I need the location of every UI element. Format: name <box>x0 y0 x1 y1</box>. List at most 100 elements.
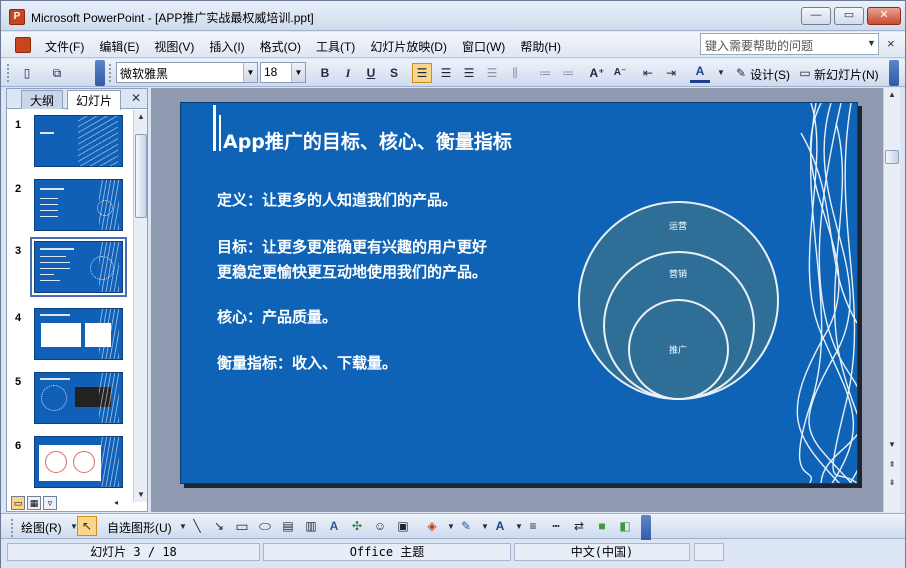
toolbar-options-button[interactable] <box>889 60 899 86</box>
numbering-icon[interactable]: ≔ <box>535 63 555 83</box>
clipart-icon[interactable]: ☺ <box>370 516 390 536</box>
menu-slideshow[interactable]: 幻灯片放映(D) <box>370 38 447 55</box>
arrow-style-icon[interactable]: ⇄ <box>569 516 589 536</box>
slide-sorter-icon[interactable]: ▦ <box>27 496 41 510</box>
3d-style-icon[interactable]: ◧ <box>615 516 635 536</box>
new-document-icon[interactable]: ▯ <box>17 63 37 83</box>
menu-edit[interactable]: 编辑(E) <box>99 38 139 55</box>
align-right-button[interactable]: ☰ <box>459 63 479 83</box>
autoshapes-button[interactable]: 自选图形(U) <box>107 519 172 536</box>
decrease-indent-icon[interactable]: ⇤ <box>638 63 658 83</box>
arrow-tool-icon[interactable]: ↘ <box>209 516 229 536</box>
menu-tools[interactable]: 工具(T) <box>316 38 355 55</box>
draw-menu-button[interactable]: 绘图(R) <box>21 519 62 536</box>
rectangle-tool-icon[interactable]: ▭ <box>232 516 252 536</box>
chevron-down-icon[interactable]: ▼ <box>243 63 257 82</box>
slideshow-icon[interactable]: ▿ <box>43 496 57 510</box>
increase-font-icon[interactable]: A⁺ <box>587 63 607 83</box>
slide-thumbnail-row[interactable]: 1 <box>7 113 131 171</box>
toolbar-options-button[interactable] <box>641 515 651 541</box>
font-name-select[interactable]: 微软雅黑 ▼ <box>116 62 258 83</box>
dash-style-icon[interactable]: ┅ <box>546 516 566 536</box>
menu-view[interactable]: 视图(V) <box>154 38 194 55</box>
increase-indent-icon[interactable]: ⇥ <box>661 63 681 83</box>
select-pointer-icon[interactable]: ↖ <box>77 516 97 536</box>
previous-slide-icon[interactable]: ⇞ <box>885 458 899 472</box>
close-icon[interactable]: ✕ <box>131 91 141 105</box>
font-size-select[interactable]: 18 ▼ <box>260 62 306 83</box>
maximize-button[interactable]: ▭ <box>834 7 864 25</box>
tab-outline[interactable]: 大纲 <box>21 90 64 109</box>
close-button[interactable]: ✕ <box>867 7 901 25</box>
chevron-down-icon[interactable]: ▼ <box>867 38 876 48</box>
current-slide[interactable]: App推广的目标、核心、衡量指标 定义：让更多的人知道我们的产品。 目标：让更多… <box>180 102 858 484</box>
normal-view-icon[interactable]: ▭ <box>11 496 25 510</box>
slide-thumbnail-row[interactable]: 5 <box>7 370 131 428</box>
slide-scrollbar[interactable]: ▲ ▼ ⇞ ⇟ <box>883 88 900 512</box>
design-button[interactable]: 设计(S) <box>750 66 790 83</box>
align-center-button[interactable]: ☰ <box>436 63 456 83</box>
bold-button[interactable]: B <box>315 63 335 83</box>
font-color-icon[interactable]: A <box>490 516 510 536</box>
slide-thumbnail[interactable] <box>34 308 123 360</box>
slide-thumbnail[interactable] <box>34 372 123 424</box>
new-slide-icon[interactable]: ▭ <box>795 63 815 83</box>
shadow-style-icon[interactable]: ■ <box>592 516 612 536</box>
textbox-icon[interactable]: ▤ <box>278 516 298 536</box>
scroll-down-icon[interactable]: ▼ <box>885 438 899 452</box>
distributed-icon[interactable]: ⫼ <box>505 63 525 83</box>
slide-thumbnail[interactable] <box>34 179 123 231</box>
menu-window[interactable]: 窗口(W) <box>462 38 505 55</box>
menu-file[interactable]: 文件(F) <box>45 38 84 55</box>
vertical-textbox-icon[interactable]: ▥ <box>301 516 321 536</box>
decrease-font-icon[interactable]: A⁻ <box>610 63 630 83</box>
menu-format[interactable]: 格式(O) <box>260 38 301 55</box>
next-slide-icon[interactable]: ⇟ <box>885 476 899 490</box>
justify-button[interactable]: ☰ <box>482 63 502 83</box>
scroll-left-icon[interactable]: ◂ <box>109 496 123 510</box>
menu-insert[interactable]: 插入(I) <box>209 38 244 55</box>
scroll-up-icon[interactable]: ▲ <box>134 110 148 124</box>
minimize-button[interactable]: — <box>801 7 831 25</box>
scroll-up-icon[interactable]: ▲ <box>885 88 899 102</box>
chevron-down-icon[interactable]: ▼ <box>291 63 305 82</box>
fill-color-icon[interactable]: ◈ <box>422 516 442 536</box>
scrollbar-thumb[interactable] <box>885 150 899 164</box>
bullets-icon[interactable]: ≔ <box>558 63 578 83</box>
copy-icon[interactable]: ⧉ <box>47 63 67 83</box>
toolbar-grip[interactable] <box>7 64 10 82</box>
align-left-button[interactable]: ☰ <box>412 63 432 83</box>
scrollbar-thumb[interactable] <box>135 134 147 218</box>
slide-thumbnail-row[interactable]: 2 <box>7 177 131 235</box>
close-document-icon[interactable]: × <box>887 36 895 51</box>
slide-thumbnail[interactable] <box>34 436 123 488</box>
diagram-icon[interactable]: ✣ <box>347 516 367 536</box>
powerpoint-app-icon[interactable]: P <box>9 9 25 25</box>
slide-thumbnail-row[interactable]: 4 <box>7 306 131 364</box>
italic-button[interactable]: I <box>338 63 358 83</box>
toolbar-options-button[interactable] <box>95 60 105 86</box>
font-color-icon[interactable]: A <box>690 63 710 83</box>
design-icon[interactable]: ✎ <box>731 63 751 83</box>
underline-button[interactable]: U <box>361 63 381 83</box>
slide-thumbnail-row[interactable]: 6 <box>7 434 131 492</box>
line-style-icon[interactable]: ≡ <box>523 516 543 536</box>
help-search-input[interactable]: 键入需要帮助的问题 <box>700 33 879 55</box>
slides-pane-scrollbar[interactable]: ▲ ▼ <box>133 110 147 502</box>
slide-thumbnail-selected[interactable] <box>30 237 127 297</box>
toolbar-grip[interactable] <box>109 64 112 82</box>
slide-thumbnail-row[interactable]: 3 <box>7 237 131 297</box>
menu-help[interactable]: 帮助(H) <box>520 38 561 55</box>
line-tool-icon[interactable]: ╲ <box>187 516 207 536</box>
oval-tool-icon[interactable]: ⬭ <box>255 516 275 536</box>
line-color-icon[interactable]: ✎ <box>456 516 476 536</box>
toolbar-grip[interactable] <box>11 519 14 537</box>
slide-thumbnail[interactable] <box>34 115 123 167</box>
document-icon[interactable] <box>15 37 31 53</box>
picture-icon[interactable]: ▣ <box>393 516 413 536</box>
shadow-button[interactable]: S <box>384 63 404 83</box>
tab-slides[interactable]: 幻灯片 <box>67 90 122 110</box>
new-slide-button[interactable]: 新幻灯片(N) <box>814 66 879 83</box>
wordart-icon[interactable]: A <box>324 516 344 536</box>
chevron-down-icon[interactable]: ▼ <box>711 63 731 83</box>
